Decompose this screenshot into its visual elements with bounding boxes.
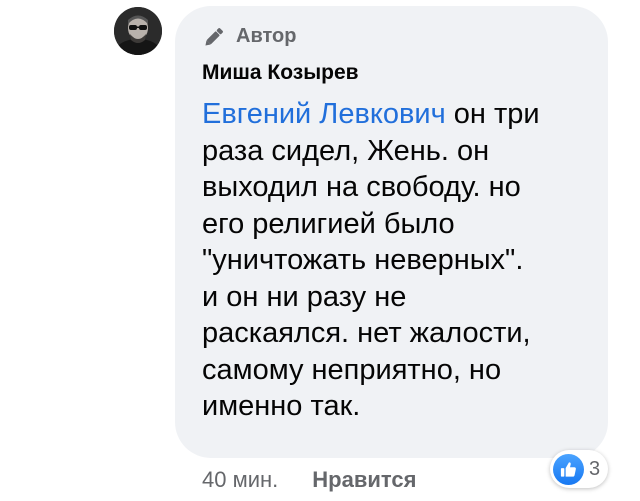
comment-line: выходил на свободу. но — [202, 171, 521, 203]
avatar[interactable] — [114, 7, 162, 55]
avatar-photo — [114, 7, 162, 55]
reaction-count: 3 — [589, 457, 601, 480]
comment-line: раза сидел, Жень. он — [202, 134, 490, 167]
comment-author-name[interactable]: Миша Козырев — [202, 58, 359, 88]
comment-line: раскаялся. нет жалости, — [202, 317, 531, 349]
timestamp[interactable]: 40 мин. — [202, 467, 278, 493]
comment-line: самому неприятно, но — [202, 353, 502, 386]
comment-line: он три — [445, 98, 540, 130]
comment-line: его религией было — [202, 207, 455, 240]
mention-link[interactable]: Евгений Левкович — [202, 98, 446, 130]
comment-line: и он ни разу не — [202, 280, 407, 313]
pen-icon — [205, 28, 223, 46]
author-badge-label: Автор — [236, 24, 297, 47]
comment-text: Евгений Левкович он три раза сидел, Жень.… — [202, 96, 594, 425]
reaction-summary[interactable]: 3 — [550, 450, 609, 488]
comment-line: "уничтожать неверных". — [202, 244, 524, 276]
comment-actions: 40 мин. Нравится — [202, 464, 416, 496]
author-badge: Автор — [202, 22, 296, 50]
thumbs-up-glyph — [560, 461, 576, 477]
thumbs-up-icon — [553, 453, 584, 485]
comment-line: именно так. — [202, 390, 361, 422]
like-button[interactable]: Нравится — [312, 467, 416, 493]
